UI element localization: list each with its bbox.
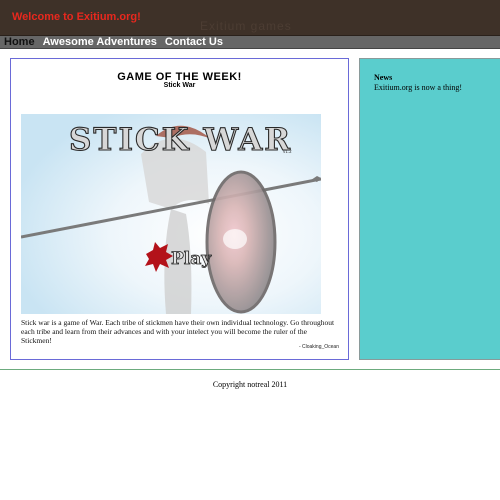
footer-divider	[0, 369, 500, 370]
news-title: News	[374, 73, 393, 82]
stick-war-artwork: STICK WAR v1.2 Play	[21, 114, 321, 314]
news-sidebar: News Exitium.org is now a thing!	[359, 58, 500, 360]
game-description: Stick war is a game of War. Each tribe o…	[21, 318, 335, 345]
site-title: Welcome to Exitium.org!	[12, 11, 141, 23]
game-of-the-week-panel: GAME OF THE WEEK! Stick War STICK WAR v1…	[10, 58, 349, 360]
play-label: Play	[171, 249, 212, 269]
game-author: - Cloaking_Ocean	[298, 344, 339, 350]
featured-game-name: Stick War	[163, 82, 196, 89]
stick-war-banner[interactable]: STICK WAR v1.2 Play	[21, 114, 321, 314]
header-faint-tagline: Exitium games	[200, 19, 292, 33]
stick-war-version: v1.2	[283, 149, 292, 154]
nav-link-contact-us[interactable]: Contact Us	[164, 36, 224, 48]
nav-link-awesome-adventures[interactable]: Awesome Adventures	[42, 36, 158, 48]
nav-bar: Home Awesome Adventures Contact Us	[0, 36, 500, 49]
nav-link-home[interactable]: Home	[3, 36, 36, 48]
stick-war-logo-text: STICK WAR	[69, 122, 292, 158]
site-header: Welcome to Exitium.org! Exitium games	[0, 0, 500, 36]
copyright-text: Copyright notreal 2011	[212, 380, 288, 389]
news-body: Exitium.org is now a thing!	[374, 83, 463, 92]
